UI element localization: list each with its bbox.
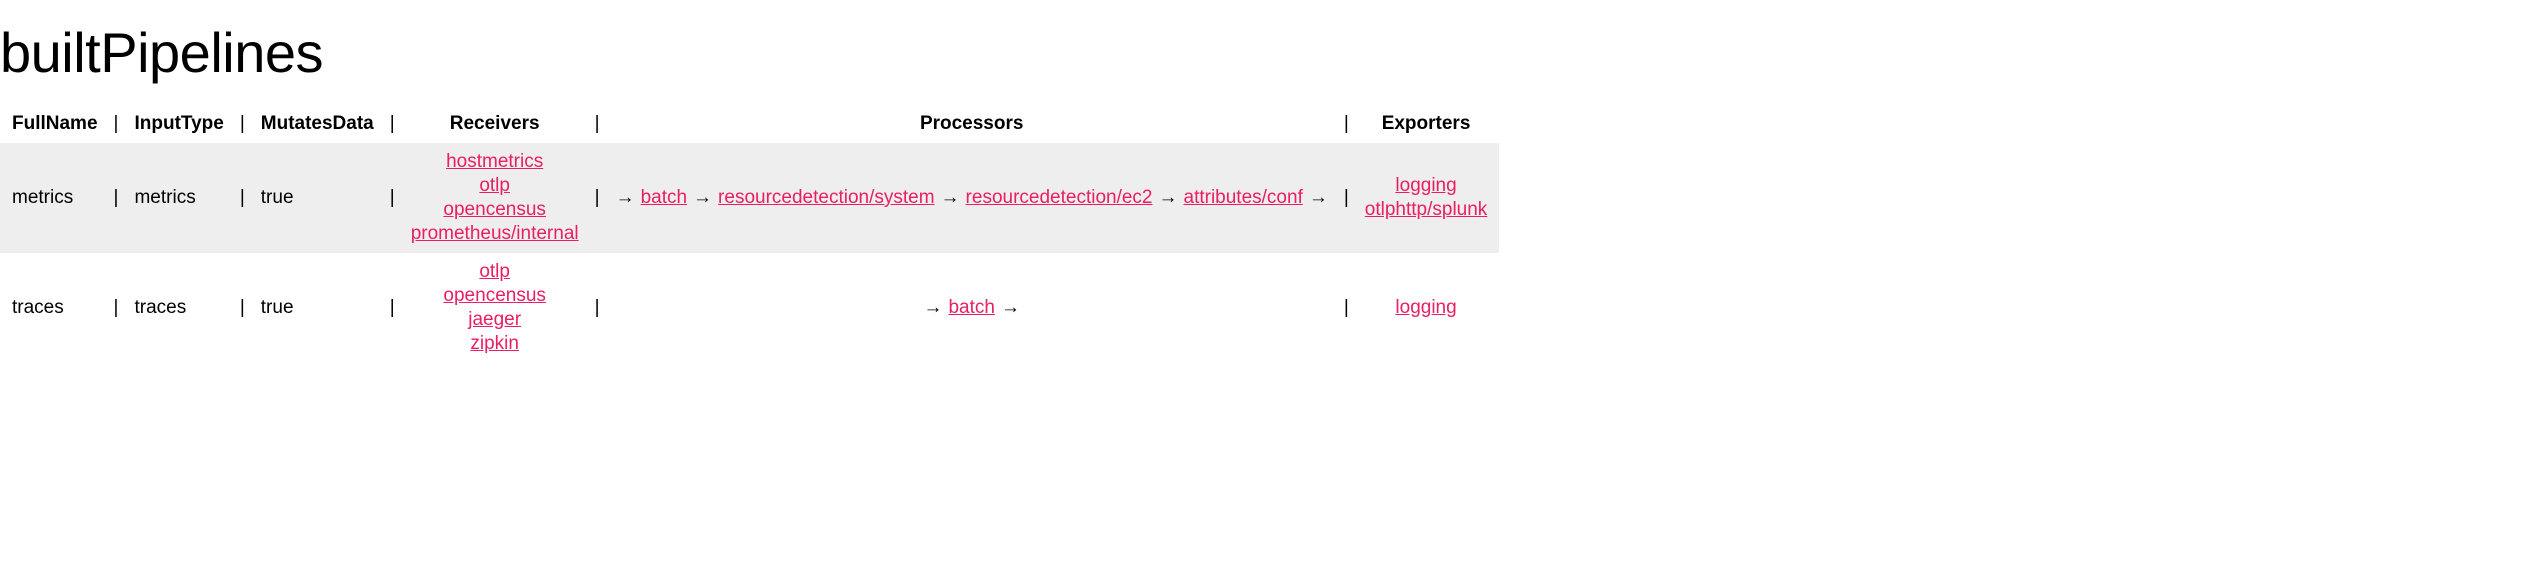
separator: | bbox=[110, 253, 123, 363]
separator: | bbox=[1340, 143, 1353, 253]
separator: | bbox=[386, 105, 399, 143]
receiver-link[interactable]: hostmetrics bbox=[446, 151, 543, 173]
separator: | bbox=[591, 143, 604, 253]
exporter-link[interactable]: otlphttp/splunk bbox=[1365, 199, 1488, 221]
receiver-link[interactable]: otlp bbox=[479, 261, 510, 283]
cell-inputtype: metrics bbox=[122, 143, 235, 253]
col-inputtype: InputType bbox=[122, 105, 235, 143]
separator: | bbox=[591, 253, 604, 363]
separator: | bbox=[110, 105, 123, 143]
separator: | bbox=[386, 253, 399, 363]
processor-link[interactable]: batch bbox=[641, 187, 687, 209]
col-processors: Processors bbox=[604, 105, 1340, 143]
separator: | bbox=[110, 143, 123, 253]
cell-mutatesdata: true bbox=[249, 253, 386, 363]
col-receivers: Receivers bbox=[399, 105, 591, 143]
arrow-icon: → bbox=[1309, 187, 1328, 209]
arrow-icon: → bbox=[616, 187, 635, 209]
col-mutatesdata: MutatesData bbox=[249, 105, 386, 143]
arrow-icon: → bbox=[1159, 187, 1178, 209]
cell-receivers: hostmetricsotlpopencensusprometheus/inte… bbox=[399, 143, 591, 253]
arrow-icon: → bbox=[923, 297, 942, 319]
receiver-link[interactable]: opencensus bbox=[443, 285, 545, 307]
cell-exporters: loggingotlphttp/splunk bbox=[1353, 143, 1500, 253]
separator: | bbox=[236, 105, 249, 143]
separator: | bbox=[1340, 253, 1353, 363]
exporter-link[interactable]: logging bbox=[1395, 297, 1456, 319]
receiver-link[interactable]: opencensus bbox=[443, 199, 545, 221]
separator: | bbox=[386, 143, 399, 253]
cell-processors: → batch → bbox=[604, 253, 1340, 363]
separator: | bbox=[236, 143, 249, 253]
arrow-icon: → bbox=[693, 187, 712, 209]
receiver-link[interactable]: otlp bbox=[479, 175, 510, 197]
exporter-link[interactable]: logging bbox=[1395, 175, 1456, 197]
processor-link[interactable]: attributes/conf bbox=[1184, 187, 1303, 209]
cell-processors: → batch → resourcedetection/system → resource… bbox=[604, 143, 1340, 253]
separator: | bbox=[591, 105, 604, 143]
cell-receivers: otlpopencensusjaegerzipkin bbox=[399, 253, 591, 363]
table-header-row: FullName | InputType | MutatesData | Rec… bbox=[0, 105, 1499, 143]
cell-fullname: traces bbox=[0, 253, 110, 363]
cell-mutatesdata: true bbox=[249, 143, 386, 253]
cell-fullname: metrics bbox=[0, 143, 110, 253]
arrow-icon: → bbox=[1001, 297, 1020, 319]
col-exporters: Exporters bbox=[1353, 105, 1500, 143]
processor-link[interactable]: resourcedetection/ec2 bbox=[966, 187, 1153, 209]
page-title: builtPipelines bbox=[0, 20, 2538, 85]
col-fullname: FullName bbox=[0, 105, 110, 143]
receiver-link[interactable]: prometheus/internal bbox=[411, 223, 579, 245]
separator: | bbox=[1340, 105, 1353, 143]
separator: | bbox=[236, 253, 249, 363]
cell-exporters: logging bbox=[1353, 253, 1500, 363]
receiver-link[interactable]: zipkin bbox=[470, 333, 519, 355]
table-row: traces|traces|true|otlpopencensusjaegerz… bbox=[0, 253, 1499, 363]
arrow-icon: → bbox=[941, 187, 960, 209]
cell-inputtype: traces bbox=[122, 253, 235, 363]
processor-link[interactable]: batch bbox=[948, 297, 994, 319]
table-row: metrics|metrics|true|hostmetricsotlpopen… bbox=[0, 143, 1499, 253]
receiver-link[interactable]: jaeger bbox=[468, 309, 521, 331]
pipelines-table: FullName | InputType | MutatesData | Rec… bbox=[0, 105, 1499, 363]
processor-link[interactable]: resourcedetection/system bbox=[718, 187, 935, 209]
